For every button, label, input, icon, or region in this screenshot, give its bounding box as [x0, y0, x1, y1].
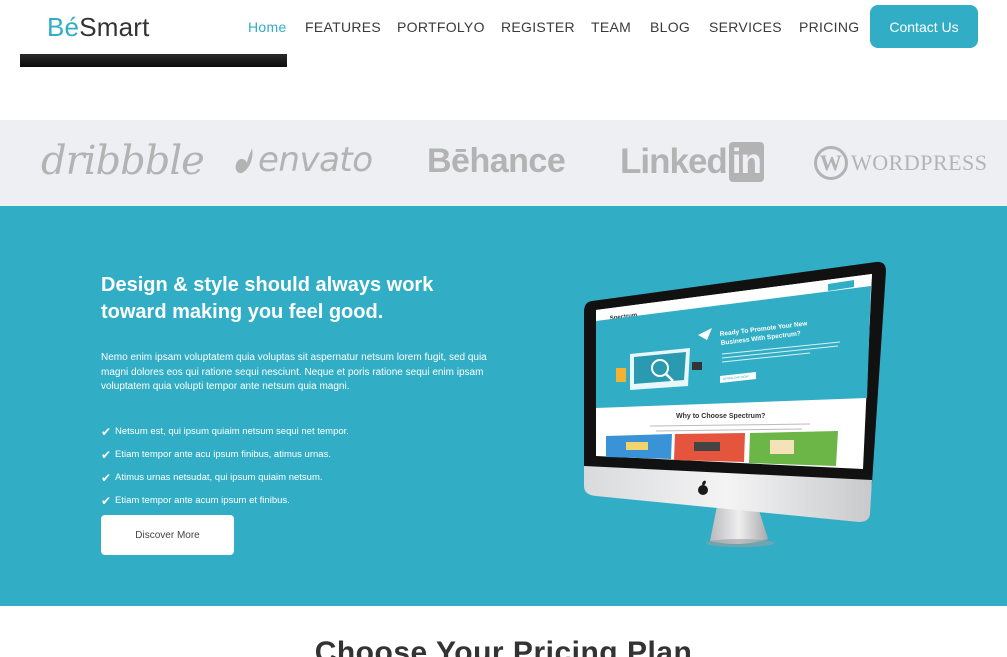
linkedin-logo: Linked in — [620, 142, 764, 182]
feature-checklist: ✔ Netsum est, qui ipsum quiaim netsum se… — [101, 420, 349, 512]
envato-logo: envato — [234, 140, 373, 180]
checklist-text: Etiam tempor ante acu ipsum finibus, ati… — [115, 449, 331, 460]
page: BéSmart Home FEATURES PORTFOLYO REGISTER… — [0, 0, 1007, 657]
wordpress-text: WORDPRESS — [851, 150, 988, 175]
contact-us-button[interactable]: Contact Us — [870, 5, 978, 48]
envato-text: envato — [258, 140, 373, 180]
check-icon: ✔ — [101, 424, 112, 439]
behance-logo: Bēhance — [427, 142, 566, 180]
nav-pricing[interactable]: PRICING — [799, 19, 859, 35]
envato-leaf-icon — [235, 148, 253, 174]
check-icon: ✔ — [101, 470, 112, 485]
nav-home[interactable]: Home — [248, 19, 287, 35]
logo-text: Smart — [79, 12, 150, 42]
nav-portfolio[interactable]: PORTFOLYO — [397, 19, 485, 35]
nav-services[interactable]: SERVICES — [709, 19, 782, 35]
checklist-item: ✔ Netsum est, qui ipsum quiaim netsum se… — [101, 420, 349, 443]
nav-register[interactable]: REGISTER — [501, 19, 575, 35]
hero-title-line-1: Design & style should always work — [101, 274, 434, 296]
wordpress-logo: W WORDPRESS — [814, 146, 988, 180]
nav-features[interactable]: FEATURES — [305, 19, 381, 35]
site-header: BéSmart Home FEATURES PORTFOLYO REGISTER… — [0, 0, 1007, 120]
check-icon: ✔ — [101, 493, 112, 508]
dribbble-logo: dribbble — [41, 138, 205, 184]
checklist-text: Netsum est, qui ipsum quiaim netsum sequ… — [115, 426, 349, 437]
imac-mockup-illustration: Spectrum Ready To Promote Your New Busin… — [584, 261, 886, 547]
checklist-item: ✔ Etiam tempor ante acu ipsum finibus, a… — [101, 443, 349, 466]
nav-team[interactable]: TEAM — [591, 19, 631, 35]
checklist-item: ✔ Atimus urnas netsudat, qui ipsum quiai… — [101, 466, 349, 489]
pricing-section-title: Choose Your Pricing Plan — [314, 636, 693, 657]
hero-title-line-2: toward making you feel good. — [101, 301, 384, 323]
linkedin-text: Linked — [620, 142, 728, 181]
check-icon: ✔ — [101, 447, 112, 462]
hero-section: Design & style should always work toward… — [0, 206, 1007, 606]
logo-underline-bar — [20, 54, 287, 67]
checklist-text: Etiam tempor ante acum ipsum et finibus. — [115, 495, 290, 506]
logo-accent: Bé — [47, 12, 80, 42]
checklist-item: ✔ Etiam tempor ante acum ipsum et finibu… — [101, 489, 349, 512]
hero-title: Design & style should always work toward… — [101, 272, 501, 326]
screen-section-title: Why to Choose Spectrum? — [676, 413, 765, 420]
discover-more-button[interactable]: Discover More — [101, 515, 234, 555]
wordpress-icon: W — [814, 146, 848, 180]
hero-paragraph: Nemo enim ipsam voluptatem quia voluptas… — [101, 352, 487, 392]
site-logo[interactable]: BéSmart — [47, 12, 150, 43]
linkedin-box: in — [728, 142, 764, 182]
nav-blog[interactable]: BLOG — [650, 19, 690, 35]
checklist-text: Atimus urnas netsudat, qui ipsum quiaim … — [115, 472, 323, 483]
